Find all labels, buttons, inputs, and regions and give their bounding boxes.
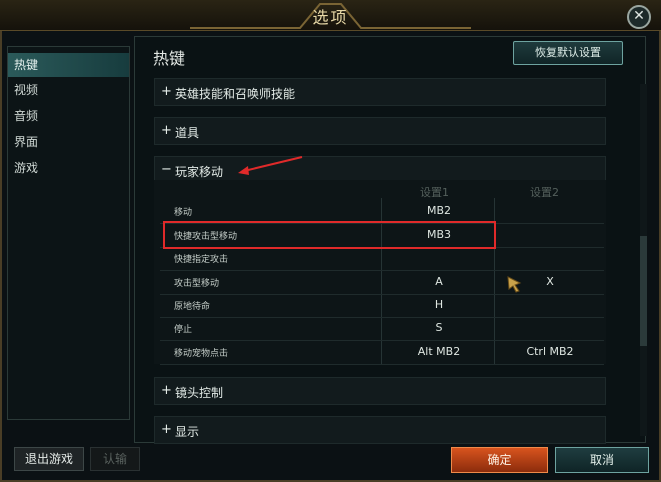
collapse-icon: − <box>161 162 172 177</box>
exit-game-button[interactable]: 退出游戏 <box>14 447 84 471</box>
column-header-set2: 设置2 <box>530 186 559 199</box>
action-label: 快捷指定攻击 <box>174 255 229 265</box>
section-label: 英雄技能和召唤师技能 <box>175 87 296 101</box>
expand-icon: + <box>161 422 172 437</box>
ok-button[interactable]: 确定 <box>451 447 548 473</box>
expand-icon: + <box>161 123 172 138</box>
hotkey-set2[interactable]: Ctrl MB2 <box>496 345 604 358</box>
restore-defaults-button[interactable]: 恢复默认设置 <box>513 41 623 65</box>
hotkey-set1[interactable]: A <box>384 275 494 288</box>
action-label: 停止 <box>174 325 193 335</box>
sidebar-item-video[interactable]: 视频 <box>8 78 129 102</box>
hotkey-set1[interactable]: MB2 <box>384 204 494 217</box>
surrender-button[interactable]: 认输 <box>90 447 140 471</box>
mouse-cursor-icon <box>507 276 522 293</box>
sidebar: 热键 视频 音频 界面 游戏 <box>7 46 130 420</box>
expand-icon: + <box>161 383 172 398</box>
sidebar-item-audio[interactable]: 音频 <box>8 104 129 128</box>
column-header-set1: 设置1 <box>420 186 449 199</box>
sidebar-item-game[interactable]: 游戏 <box>8 156 129 180</box>
expand-icon: + <box>161 84 172 99</box>
section-abilities[interactable]: + 英雄技能和召唤师技能 <box>154 78 606 106</box>
action-label: 移动 <box>174 208 193 218</box>
hotkey-set1[interactable]: H <box>384 298 494 311</box>
table-row: 原地待命 H <box>160 294 604 318</box>
table-row: 攻击型移动 A X <box>160 271 604 295</box>
cancel-button[interactable]: 取消 <box>555 447 649 473</box>
table-row: 快捷指定攻击 <box>160 247 604 271</box>
close-icon[interactable]: ✕ <box>627 5 651 29</box>
section-label: 道具 <box>175 126 200 140</box>
section-items[interactable]: + 道具 <box>154 117 606 145</box>
action-label: 原地待命 <box>174 302 211 312</box>
window-title: 选项 <box>312 8 349 27</box>
section-label: 玩家移动 <box>175 165 224 179</box>
section-label: 显示 <box>175 425 200 439</box>
section-display[interactable]: + 显示 <box>154 416 606 444</box>
page-title: 热键 <box>153 49 186 68</box>
section-camera-control[interactable]: + 镜头控制 <box>154 377 606 405</box>
hotkey-set1[interactable]: S <box>384 321 494 334</box>
arrow-annotation <box>238 156 303 175</box>
action-label: 攻击型移动 <box>174 279 220 289</box>
section-label: 镜头控制 <box>175 386 224 400</box>
hotkey-set1[interactable]: Alt MB2 <box>384 345 494 358</box>
scrollbar-thumb[interactable] <box>640 236 647 346</box>
sidebar-item-hotkeys[interactable]: 热键 <box>8 53 129 77</box>
sidebar-item-interface[interactable]: 界面 <box>8 130 129 154</box>
highlight-box <box>163 221 496 249</box>
table-row: 移动宠物点击 Alt MB2 Ctrl MB2 <box>160 341 604 365</box>
table-row: 停止 S <box>160 317 604 341</box>
title-bar: 选项 <box>0 0 661 31</box>
action-label: 移动宠物点击 <box>174 349 229 359</box>
